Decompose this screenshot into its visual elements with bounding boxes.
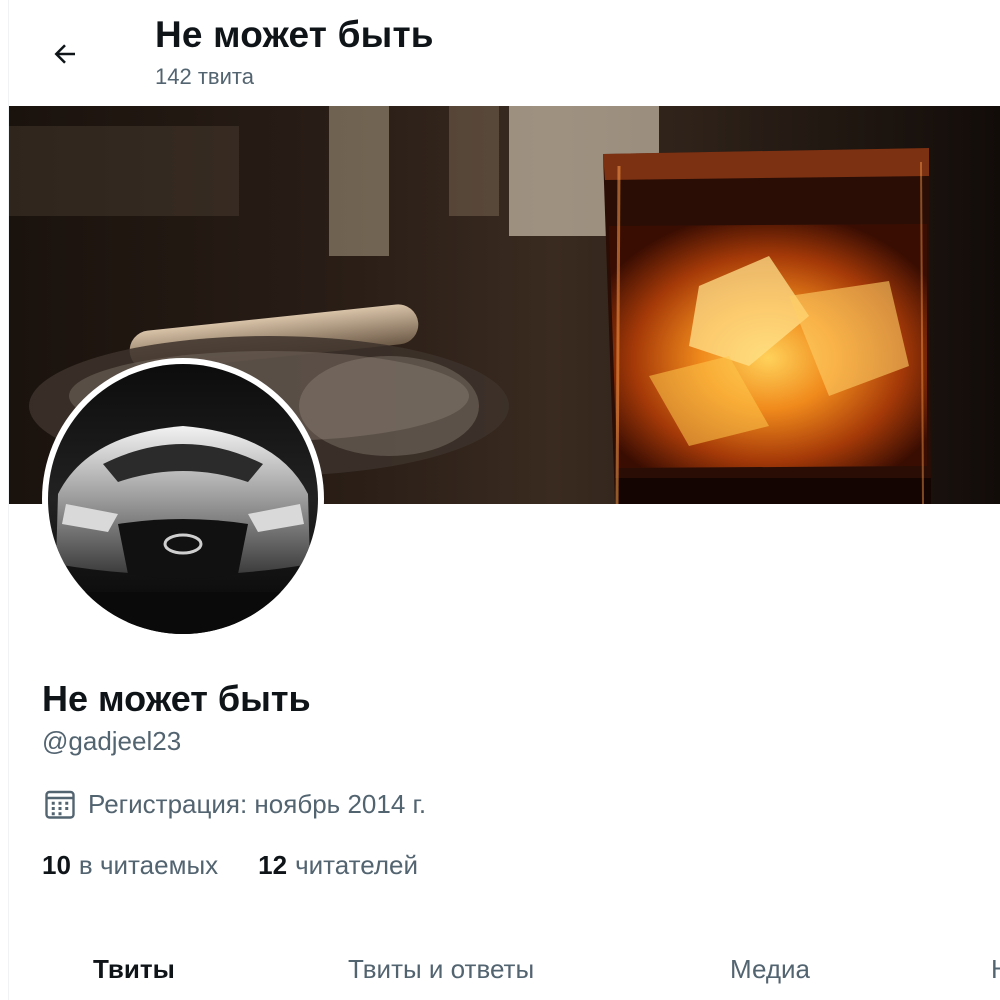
- follow-stats: 10 в читаемых 12 читателей: [42, 850, 418, 881]
- avatar[interactable]: [42, 358, 324, 640]
- calendar-icon: [45, 790, 75, 819]
- join-date-text: Регистрация: ноябрь 2014 г.: [88, 788, 427, 819]
- tweet-count: 142 твита: [155, 64, 254, 89]
- profile-tabs: Твиты Твиты и ответы Медиа Н: [9, 940, 1000, 1000]
- tab-media[interactable]: Медиа: [730, 954, 810, 985]
- tab-tweets[interactable]: Твиты: [93, 954, 175, 985]
- following-label: в читаемых: [78, 850, 219, 880]
- followers-link[interactable]: 12 читателей: [258, 850, 418, 881]
- followers-count: 12: [258, 850, 288, 880]
- back-button[interactable]: [41, 30, 89, 78]
- tab-tweets-and-replies[interactable]: Твиты и ответы: [348, 954, 534, 985]
- following-count: 10: [42, 850, 71, 880]
- following-link[interactable]: 10 в читаемых: [42, 850, 218, 881]
- arrow-left-icon: [54, 44, 75, 64]
- display-name: Не может быть: [42, 678, 311, 719]
- page-title: Не может быть: [155, 14, 434, 55]
- tab-likes[interactable]: Н: [991, 954, 1000, 985]
- avatar-image: [48, 364, 318, 634]
- user-handle: @gadjeel23: [42, 726, 182, 756]
- join-date: Регистрация: ноябрь 2014 г.: [42, 786, 426, 822]
- followers-label: читателей: [295, 850, 419, 880]
- profile-header: Не может быть 142 твита: [9, 0, 1000, 106]
